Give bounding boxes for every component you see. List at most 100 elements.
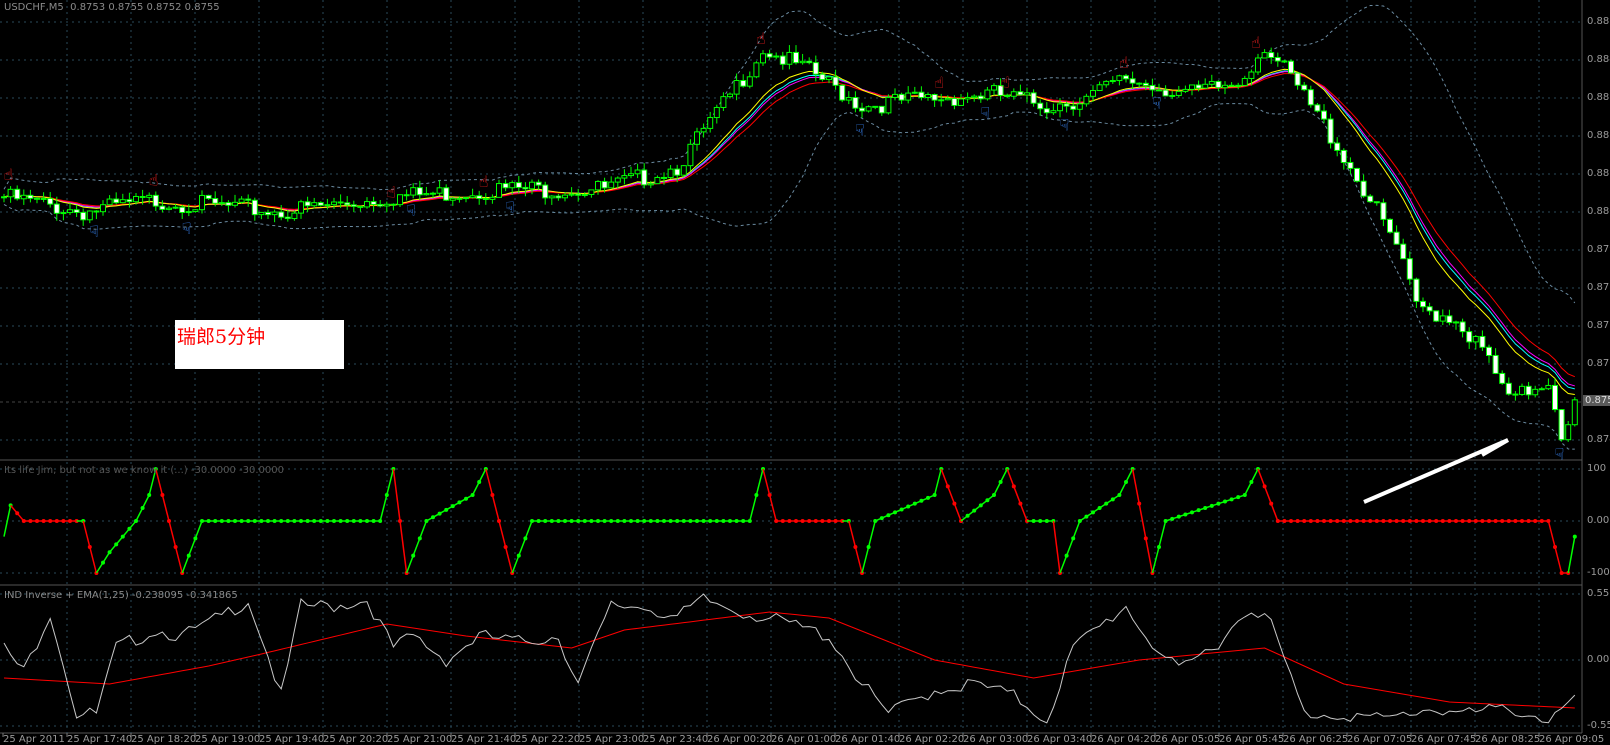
fractal-down-hand-icon: ☟ xyxy=(1060,115,1070,134)
chart-canvas[interactable]: ☝ ☝ ☝ ☝ ☝ ☝ ☝ ☝ ☝ ☟ ☟ ☟ ☟ ☟ ☟ ☟ ☟ ☟ xyxy=(0,0,1610,745)
candle-body xyxy=(1076,103,1083,110)
candle-body xyxy=(535,181,542,186)
candle-body xyxy=(166,207,172,210)
indicator1-level-label: 0.00 xyxy=(1587,515,1610,526)
candle-body xyxy=(1400,243,1407,260)
candle-body xyxy=(304,201,311,207)
candle-body xyxy=(687,143,694,167)
candle-body xyxy=(601,180,608,189)
price-label: 0.882 xyxy=(1587,130,1610,141)
candle-body xyxy=(1479,335,1486,348)
indicator1-segment xyxy=(471,481,480,496)
time-label: 25 Apr 18:20 xyxy=(131,734,197,745)
candle-body xyxy=(232,201,238,206)
candle-body xyxy=(1387,218,1393,233)
candle-body xyxy=(1274,56,1281,62)
candle-body xyxy=(931,94,938,101)
candle-body xyxy=(548,195,555,199)
candle-body xyxy=(146,194,153,198)
candle-body xyxy=(1050,110,1057,114)
candle-body xyxy=(337,201,344,204)
candle-body xyxy=(1532,388,1539,396)
candle-body xyxy=(753,62,760,78)
candle-body xyxy=(911,91,918,94)
candle-body xyxy=(1446,315,1453,324)
candle-body xyxy=(357,205,364,208)
indicator1-segment xyxy=(1257,468,1266,487)
candle-body xyxy=(832,76,839,86)
candle-body xyxy=(383,203,390,207)
candle-body xyxy=(1030,92,1037,104)
indicator1-segment xyxy=(485,468,494,496)
candle-body xyxy=(1255,57,1261,73)
candle-body xyxy=(944,97,951,101)
candle-body xyxy=(377,203,384,207)
candle-body xyxy=(47,197,54,205)
candle-body xyxy=(1004,94,1011,97)
candle-body xyxy=(1116,75,1123,82)
candle-body xyxy=(865,106,872,112)
candle-body xyxy=(403,194,410,197)
indicator1-segment xyxy=(188,538,197,556)
fractal-up-hand-icon: ☝ xyxy=(479,172,489,191)
candle-body xyxy=(139,195,146,198)
time-label: 26 Apr 06:25 xyxy=(1283,734,1349,745)
indicator1-point xyxy=(1572,534,1577,539)
time-label: 26 Apr 07:05 xyxy=(1347,734,1413,745)
candle-body xyxy=(555,195,562,199)
candle-body xyxy=(845,97,852,101)
indicator1-segment xyxy=(1072,520,1081,539)
candle-body xyxy=(727,93,733,98)
time-label: 26 Apr 04:20 xyxy=(1091,734,1157,745)
text-label-box[interactable]: 瑞郎5分钟 xyxy=(175,320,344,369)
candle-body xyxy=(324,204,331,207)
candle-body xyxy=(1083,95,1090,105)
candle-body xyxy=(575,193,582,196)
price-label: 0.880 xyxy=(1587,206,1610,217)
candle-body xyxy=(680,165,687,176)
candle-body xyxy=(430,192,436,195)
current-price-tag: 0.875 xyxy=(1583,395,1610,406)
candle-body xyxy=(1182,88,1189,92)
candle-body xyxy=(34,197,40,200)
indicator2-title: IND Inverse + EMA(1,25) -0.238095 -0.341… xyxy=(4,590,238,601)
candle-body xyxy=(1202,83,1209,89)
candle-body xyxy=(964,96,971,100)
candle-body xyxy=(951,97,958,106)
indicator1-segment xyxy=(1244,481,1253,496)
candle-body xyxy=(152,194,159,207)
candle-body xyxy=(819,73,826,81)
candle-body xyxy=(291,212,298,220)
candle-body xyxy=(1512,393,1519,396)
indicator1-segment xyxy=(1250,468,1259,483)
candle-body xyxy=(806,60,813,64)
fractal-up-hand-icon: ☝ xyxy=(1119,53,1129,72)
candle-body xyxy=(1017,91,1024,96)
indicator1-segment xyxy=(174,546,183,574)
candle-body xyxy=(1307,89,1314,106)
indicator1-segment xyxy=(419,520,428,539)
candle-body xyxy=(416,187,423,196)
price-label: 0.879 xyxy=(1587,244,1610,255)
candle-body xyxy=(350,204,357,207)
candle-body xyxy=(1057,103,1063,112)
candle-body xyxy=(1380,202,1387,220)
candle-body xyxy=(456,197,463,200)
candle-body xyxy=(60,212,67,215)
candle-body xyxy=(53,203,60,214)
candle-body xyxy=(621,175,628,179)
candle-body xyxy=(766,53,773,58)
candle-body xyxy=(1420,300,1426,308)
candle-body xyxy=(40,197,47,200)
time-label: 26 Apr 05:45 xyxy=(1219,734,1285,745)
candle-body xyxy=(436,187,443,194)
indicator1-segment xyxy=(386,468,395,496)
indicator1-segment xyxy=(1065,538,1074,556)
candle-body xyxy=(826,76,832,81)
candle-body xyxy=(364,201,370,208)
candle-body xyxy=(311,202,318,207)
indicator1-segment xyxy=(168,520,177,548)
candle-body xyxy=(251,199,258,216)
candle-body xyxy=(1103,80,1110,86)
indicator1-segment xyxy=(399,520,408,574)
